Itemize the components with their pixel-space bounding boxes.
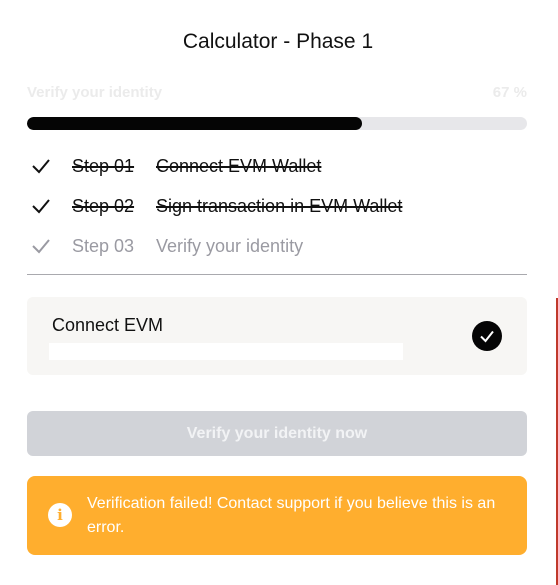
info-icon: i (48, 503, 72, 527)
progress-percent: 67 % (492, 84, 527, 101)
divider (27, 274, 527, 275)
alert-message: Verification failed! Contact support if … (87, 495, 496, 536)
step-number: Step 01 (72, 155, 135, 176)
check-circle-icon (472, 321, 502, 351)
step-list: Step 01 Connect EVM Wallet Step 02 Sign … (30, 146, 530, 266)
step-item: Step 01 Connect EVM Wallet (30, 146, 530, 186)
verify-identity-button[interactable]: Verify your identity now (27, 411, 527, 456)
check-icon (30, 195, 52, 217)
step-number: Step 02 (72, 195, 135, 216)
progress-bar (27, 117, 527, 130)
connect-evm-card: Connect EVM (27, 297, 527, 375)
check-icon (30, 235, 52, 257)
step-label: Connect EVM Wallet (156, 155, 322, 176)
step-item: Step 03 Verify your identity (30, 226, 530, 266)
connect-card-redacted-field (49, 343, 403, 360)
check-icon (30, 155, 52, 177)
progress-header: Verify your identity 67 % (27, 84, 527, 101)
error-alert: i Verification failed! Contact support i… (27, 476, 527, 555)
page-title: Calculator - Phase 1 (182, 30, 374, 53)
step-label: Verify your identity (156, 235, 304, 256)
step-item: Step 02 Sign transaction in EVM Wallet (30, 186, 530, 226)
step-label: Sign transaction in EVM Wallet (156, 195, 403, 216)
progress-label: Verify your identity (27, 84, 163, 101)
step-number: Step 03 (72, 235, 135, 256)
progress-bar-fill (27, 117, 362, 130)
connect-card-title: Connect EVM (52, 315, 164, 335)
phase-dialog: Calculator - Phase 1 Verify your identit… (0, 0, 558, 585)
